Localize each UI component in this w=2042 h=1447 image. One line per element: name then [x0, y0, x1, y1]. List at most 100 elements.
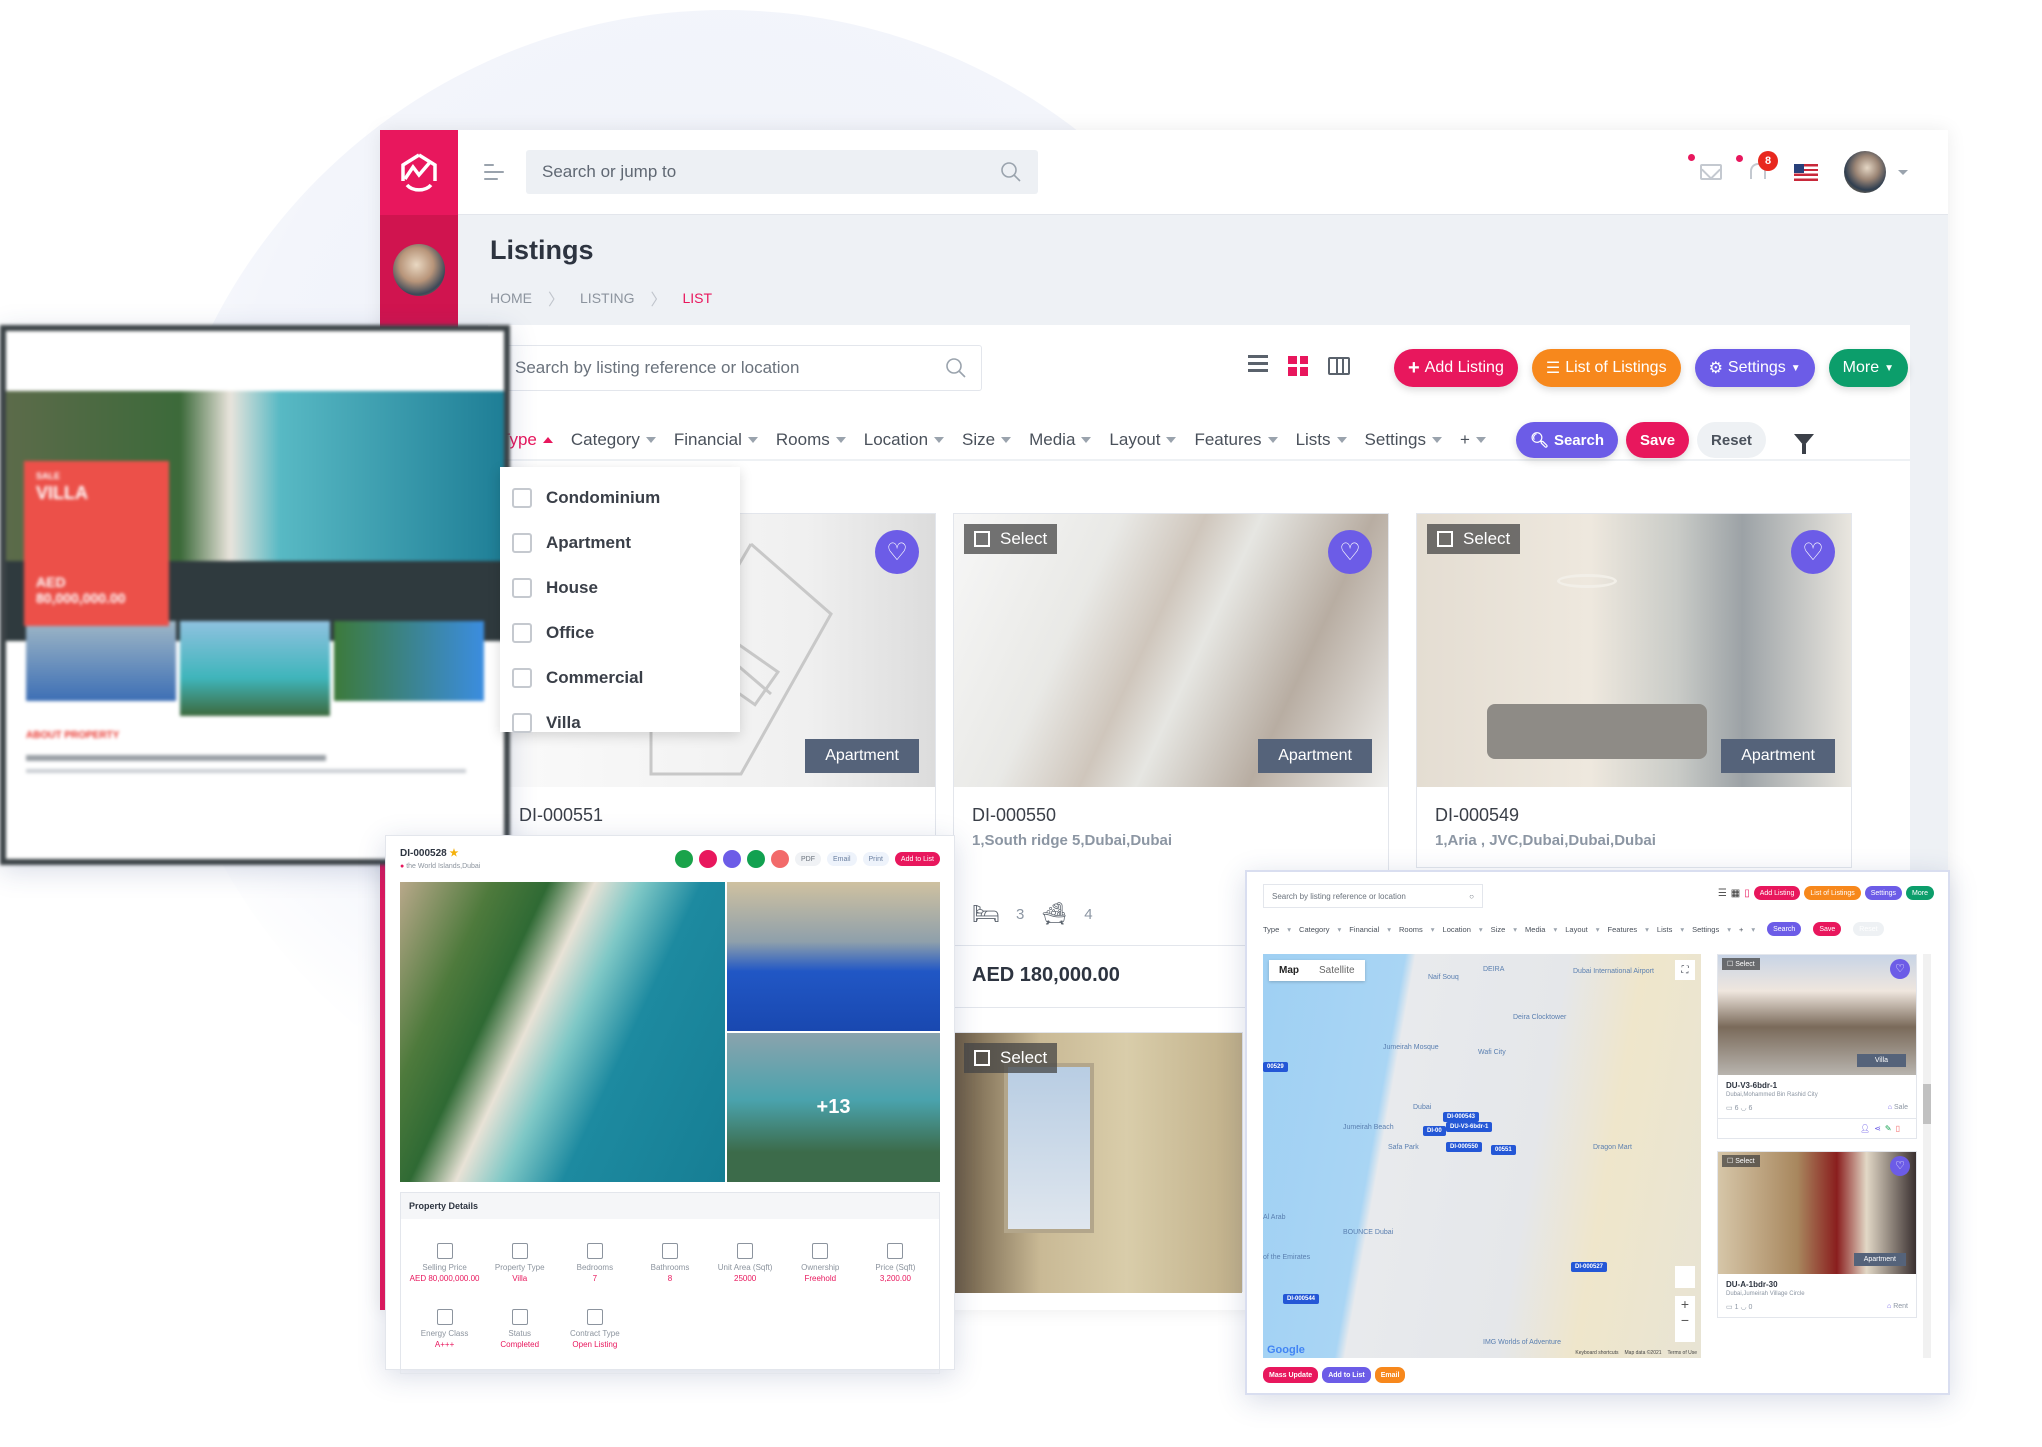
- star-icon[interactable]: ★: [449, 848, 458, 859]
- chevron-down-icon[interactable]: [1898, 169, 1908, 175]
- add-listing-button[interactable]: + Add Listing: [1393, 349, 1518, 387]
- global-search-input[interactable]: Search or jump to: [526, 150, 1038, 194]
- list-of-listings-button[interactable]: ☰ List of Listings: [1531, 349, 1681, 387]
- map-listing-marker[interactable]: 00551: [1491, 1145, 1516, 1155]
- breadcrumb-home[interactable]: HOME: [490, 290, 532, 306]
- more-dropdown-button[interactable]: More ▼: [1828, 349, 1908, 387]
- sidebar-avatar-cell[interactable]: [380, 215, 458, 325]
- checkbox[interactable]: [512, 532, 532, 553]
- map-listing-search-input[interactable]: Search by listing reference or location ○: [1263, 884, 1483, 908]
- listing-card[interactable]: Select ♡ Apartment DI-000549 1,Aria , JV…: [1416, 513, 1852, 868]
- filter-location[interactable]: Location: [864, 430, 945, 450]
- keyboard-shortcuts-link[interactable]: Keyboard shortcuts: [1575, 1350, 1618, 1356]
- heart-icon[interactable]: [723, 850, 741, 868]
- type-option-office[interactable]: Office: [500, 610, 740, 655]
- detail-photo-pool[interactable]: [727, 882, 940, 1031]
- filter-media[interactable]: Media: [1029, 430, 1092, 450]
- type-option-commercial[interactable]: Commercial: [500, 655, 740, 700]
- map-filter-item[interactable]: Category: [1299, 925, 1329, 934]
- side-listing-card[interactable]: ☐ Select ♡ Villa DU-V3-6bdr-1 Dubai,Moha…: [1717, 954, 1917, 1139]
- checkbox[interactable]: [512, 577, 532, 598]
- street-view-pegman-icon[interactable]: [1675, 1266, 1695, 1288]
- map-tab[interactable]: Map: [1269, 960, 1309, 981]
- listing-ref[interactable]: DI-000551: [501, 787, 935, 826]
- share-icon[interactable]: [699, 850, 717, 868]
- map-listing-marker[interactable]: DI-000544: [1283, 1294, 1320, 1304]
- favorite-button[interactable]: ♡: [1791, 530, 1835, 574]
- type-option-condominium[interactable]: Condominium: [500, 475, 740, 520]
- map-filter-item[interactable]: Media: [1525, 925, 1545, 934]
- listing-ref[interactable]: DU-A-1bdr-30: [1726, 1280, 1908, 1289]
- map-filter-item[interactable]: Layout: [1565, 925, 1588, 934]
- edit-icon[interactable]: ✎: [1885, 1124, 1896, 1133]
- email-button[interactable]: Email: [1374, 1367, 1406, 1383]
- filter-funnel-icon[interactable]: [1793, 434, 1814, 454]
- map-filter-item[interactable]: Rooms: [1399, 925, 1423, 934]
- search-icon[interactable]: [945, 357, 967, 379]
- listing-search-input[interactable]: Search by listing reference or location: [500, 345, 982, 391]
- brand-logo[interactable]: [380, 130, 458, 215]
- more-photos-overlay[interactable]: +13: [727, 1033, 940, 1182]
- user-avatar[interactable]: [1844, 151, 1886, 193]
- listing-ref[interactable]: DI-000550: [954, 787, 1388, 826]
- map-listing-marker[interactable]: DU-V3-6bdr-1: [1446, 1122, 1493, 1132]
- map-view-icon[interactable]: [1328, 356, 1350, 375]
- settings-dropdown-button[interactable]: ⚙ Settings ▼: [1694, 349, 1815, 387]
- map-listing-marker[interactable]: 00529: [1263, 1062, 1288, 1072]
- print-button[interactable]: Print: [862, 852, 889, 866]
- delete-icon[interactable]: [771, 850, 789, 868]
- favorite-button[interactable]: ♡: [1890, 959, 1910, 979]
- type-option-villa[interactable]: Villa: [500, 700, 740, 745]
- search-icon[interactable]: [1000, 161, 1022, 183]
- share-icon[interactable]: ⋖: [1874, 1124, 1885, 1133]
- messages-button[interactable]: [1688, 154, 1722, 180]
- reset-button[interactable]: Reset: [1853, 922, 1884, 936]
- type-option-apartment[interactable]: Apartment: [500, 520, 740, 565]
- select-checkbox[interactable]: Select: [964, 1043, 1058, 1073]
- menu-icon[interactable]: [484, 164, 504, 185]
- filter-add-more[interactable]: +: [1460, 430, 1486, 450]
- notifications-button[interactable]: 8: [1736, 151, 1778, 183]
- checkbox[interactable]: [512, 622, 532, 643]
- settings-dropdown-button[interactable]: Settings: [1864, 886, 1903, 900]
- select-checkbox[interactable]: ☐ Select: [1722, 1155, 1760, 1167]
- map-filter-item[interactable]: Lists: [1657, 925, 1672, 934]
- scrollbar-thumb[interactable]: [1923, 1084, 1931, 1124]
- whatsapp-icon[interactable]: [675, 850, 693, 868]
- filter-layout[interactable]: Layout: [1109, 430, 1177, 450]
- listing-card[interactable]: Select: [953, 1032, 1243, 1293]
- map-listing-marker[interactable]: DI-00: [1423, 1126, 1446, 1136]
- detail-main-photo[interactable]: [400, 882, 725, 1182]
- save-button[interactable]: Save: [1626, 422, 1690, 458]
- map-filter-item[interactable]: Size: [1491, 925, 1506, 934]
- add-to-list-button[interactable]: Add to List: [894, 852, 940, 866]
- edit-icon[interactable]: [747, 850, 765, 868]
- terms-of-use-link[interactable]: Terms of Use: [1668, 1350, 1697, 1356]
- filter-size[interactable]: Size: [962, 430, 1012, 450]
- save-button[interactable]: Save: [1813, 922, 1842, 936]
- select-checkbox[interactable]: Select: [964, 524, 1058, 554]
- email-button[interactable]: Email: [827, 852, 857, 866]
- map-canvas[interactable]: Map Satellite DEIRA Dubai International A…: [1263, 954, 1701, 1358]
- filter-lists[interactable]: Lists: [1296, 430, 1347, 450]
- list-view-icon[interactable]: [1248, 355, 1268, 376]
- side-listing-card[interactable]: ☐ Select ♡ Apartment DU-A-1bdr-30 Dubai,…: [1717, 1151, 1917, 1318]
- zoom-in-button[interactable]: +: [1675, 1296, 1695, 1312]
- grid-view-icon[interactable]: [1288, 355, 1308, 376]
- map-filter-item[interactable]: Features: [1608, 925, 1638, 934]
- map-listing-marker[interactable]: DI-000543: [1443, 1112, 1480, 1122]
- filter-settings[interactable]: Settings: [1365, 430, 1442, 450]
- filter-category[interactable]: Category: [571, 430, 656, 450]
- checkbox[interactable]: [512, 667, 532, 688]
- listing-ref[interactable]: DI-000549: [1417, 787, 1851, 826]
- map-filter-item[interactable]: +: [1739, 925, 1743, 934]
- breadcrumb-listing[interactable]: LISTING: [580, 290, 634, 306]
- map-listing-marker[interactable]: DI-000527: [1571, 1262, 1608, 1272]
- search-button[interactable]: 🔍︎ Search: [1515, 422, 1618, 458]
- favorite-button[interactable]: ♡: [1890, 1156, 1910, 1176]
- list-view-icon[interactable]: ☰: [1718, 888, 1727, 899]
- assign-user-icon[interactable]: 👤︎: [1860, 1124, 1874, 1133]
- map-filter-item[interactable]: Type: [1263, 925, 1279, 934]
- zoom-out-button[interactable]: −: [1675, 1312, 1695, 1328]
- list-of-listings-button[interactable]: List of Listings: [1804, 886, 1861, 900]
